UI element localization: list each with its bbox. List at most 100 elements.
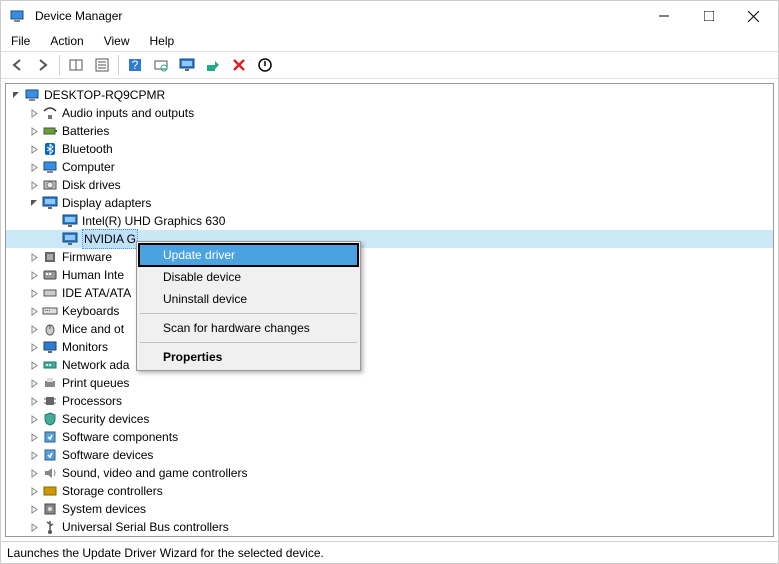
svg-text:?: ? xyxy=(132,58,139,72)
tree-category-label: Sound, video and game controllers xyxy=(62,464,247,482)
tree-category[interactable]: Mice and ot xyxy=(6,320,773,338)
tree-category-label: Software components xyxy=(62,428,178,446)
device-tree[interactable]: DESKTOP-RQ9CPMRAudio inputs and outputsB… xyxy=(5,83,774,537)
context-menu-item[interactable]: Scan for hardware changes xyxy=(139,317,358,339)
expand-collapse-icon[interactable] xyxy=(26,483,42,499)
tree-category[interactable]: Sound, video and game controllers xyxy=(6,464,773,482)
scan-hardware-button[interactable] xyxy=(149,53,173,77)
expand-collapse-icon[interactable] xyxy=(26,195,42,211)
tree-category[interactable]: Software devices xyxy=(6,446,773,464)
context-menu-item[interactable]: Update driver xyxy=(138,243,359,267)
expand-collapse-icon[interactable] xyxy=(26,321,42,337)
expand-collapse-icon[interactable] xyxy=(26,339,42,355)
tree-category-label: Display adapters xyxy=(62,194,151,212)
menu-view[interactable]: View xyxy=(96,33,138,49)
expand-collapse-icon[interactable] xyxy=(26,501,42,517)
expand-collapse-icon[interactable] xyxy=(26,141,42,157)
tree-category[interactable]: Print queues xyxy=(6,374,773,392)
expand-collapse-icon[interactable] xyxy=(26,357,42,373)
tree-device[interactable]: Intel(R) UHD Graphics 630 xyxy=(6,212,773,230)
tree-category[interactable]: Display adapters xyxy=(6,194,773,212)
expand-collapse-icon[interactable] xyxy=(26,393,42,409)
expand-collapse-icon[interactable] xyxy=(26,375,42,391)
tree-category[interactable]: IDE ATA/ATA xyxy=(6,284,773,302)
tree-category[interactable]: Software components xyxy=(6,428,773,446)
tree-category[interactable]: Universal Serial Bus controllers xyxy=(6,518,773,536)
tree-category-label: Audio inputs and outputs xyxy=(62,104,194,122)
menu-action[interactable]: Action xyxy=(42,33,91,49)
minimize-button[interactable] xyxy=(641,2,686,30)
tree-category-label: Computer xyxy=(62,158,115,176)
tree-device[interactable]: NVIDIA G xyxy=(6,230,773,248)
printer-icon xyxy=(42,375,58,391)
expand-collapse-icon[interactable] xyxy=(26,465,42,481)
tree-category[interactable]: Firmware xyxy=(6,248,773,266)
tree-category[interactable]: Storage controllers xyxy=(6,482,773,500)
status-text: Launches the Update Driver Wizard for th… xyxy=(7,546,324,560)
show-hide-console-button[interactable] xyxy=(64,53,88,77)
window-title: Device Manager xyxy=(35,9,122,23)
menu-separator xyxy=(140,342,357,343)
forward-button[interactable] xyxy=(31,53,55,77)
tree-category[interactable]: Security devices xyxy=(6,410,773,428)
computer-icon xyxy=(42,159,58,175)
expand-collapse-icon[interactable] xyxy=(26,177,42,193)
help-button[interactable]: ? xyxy=(123,53,147,77)
tree-category[interactable]: Processors xyxy=(6,392,773,410)
expand-collapse-icon[interactable] xyxy=(26,303,42,319)
disk-icon xyxy=(42,177,58,193)
tree-category[interactable]: Network ada xyxy=(6,356,773,374)
keyboard-icon xyxy=(42,303,58,319)
tree-category[interactable]: System devices xyxy=(6,500,773,518)
context-menu-item[interactable]: Disable device xyxy=(139,266,358,288)
mouse-icon xyxy=(42,321,58,337)
context-menu-item[interactable]: Uninstall device xyxy=(139,288,358,310)
tree-category[interactable]: Audio inputs and outputs xyxy=(6,104,773,122)
system-icon xyxy=(42,501,58,517)
expand-collapse-icon[interactable] xyxy=(26,249,42,265)
sound-icon xyxy=(42,465,58,481)
context-menu-item[interactable]: Properties xyxy=(139,346,358,368)
expand-collapse-icon[interactable] xyxy=(26,159,42,175)
expand-collapse-icon[interactable] xyxy=(26,411,42,427)
close-button[interactable] xyxy=(731,2,776,30)
expand-collapse-icon[interactable] xyxy=(26,123,42,139)
expand-collapse-icon[interactable] xyxy=(26,447,42,463)
cpu-icon xyxy=(42,393,58,409)
display-icon xyxy=(42,195,58,211)
tree-category-label: Storage controllers xyxy=(62,482,163,500)
tree-category[interactable]: Disk drives xyxy=(6,176,773,194)
menu-help[interactable]: Help xyxy=(142,33,183,49)
tree-category[interactable]: Monitors xyxy=(6,338,773,356)
maximize-button[interactable] xyxy=(686,2,731,30)
expand-collapse-icon[interactable] xyxy=(26,267,42,283)
tree-category[interactable]: Human Inte xyxy=(6,266,773,284)
back-button[interactable] xyxy=(5,53,29,77)
tree-root[interactable]: DESKTOP-RQ9CPMR xyxy=(6,86,773,104)
menu-file[interactable]: File xyxy=(3,33,38,49)
firmware-icon xyxy=(42,249,58,265)
expand-collapse-icon[interactable] xyxy=(26,285,42,301)
expand-collapse-icon[interactable] xyxy=(26,519,42,535)
update-driver-button[interactable] xyxy=(175,53,199,77)
tree-category[interactable]: Batteries xyxy=(6,122,773,140)
tree-category-label: Security devices xyxy=(62,410,149,428)
menu-separator xyxy=(140,313,357,314)
tree-category[interactable]: Keyboards xyxy=(6,302,773,320)
expand-collapse-icon[interactable] xyxy=(26,429,42,445)
tree-category-label: Batteries xyxy=(62,122,109,140)
uninstall-device-button[interactable] xyxy=(227,53,251,77)
tree-category-label: Bluetooth xyxy=(62,140,113,158)
tree-category-label: Software devices xyxy=(62,446,153,464)
tree-category[interactable]: Bluetooth xyxy=(6,140,773,158)
disable-device-button[interactable] xyxy=(253,53,277,77)
expand-collapse-icon[interactable] xyxy=(8,87,24,103)
tree-category-label: Monitors xyxy=(62,338,108,356)
tree-category-label: Network ada xyxy=(62,356,129,374)
enable-device-button[interactable] xyxy=(201,53,225,77)
context-menu: Update driverDisable deviceUninstall dev… xyxy=(136,241,361,371)
audio-icon xyxy=(42,105,58,121)
properties-button[interactable] xyxy=(90,53,114,77)
tree-category[interactable]: Computer xyxy=(6,158,773,176)
expand-collapse-icon[interactable] xyxy=(26,105,42,121)
